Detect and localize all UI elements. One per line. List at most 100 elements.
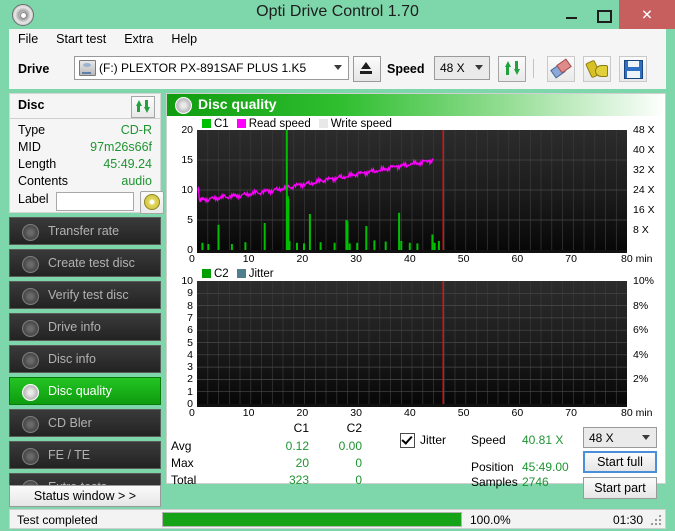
sidebar-item-transfer-rate[interactable]: Transfer rate bbox=[9, 217, 161, 245]
jitter-checkbox[interactable] bbox=[400, 433, 415, 448]
status-message: Test completed bbox=[17, 513, 98, 527]
samples-stat-value: 2746 bbox=[522, 475, 549, 489]
drive-select-value: (F:) PLEXTOR PX-891SAF PLUS 1.K5 bbox=[99, 61, 307, 75]
chevron-down-icon bbox=[334, 65, 342, 70]
x-tick-label: 70 bbox=[565, 253, 577, 265]
speed-select[interactable]: 48 X bbox=[434, 56, 490, 80]
x-tick-label: 10 bbox=[242, 253, 255, 265]
menu-item-start-test[interactable]: Start test bbox=[47, 29, 115, 49]
drive-toolbar: Drive (F:) PLEXTOR PX-891SAF PLUS 1.K5 S… bbox=[9, 51, 666, 89]
disc-label-input[interactable] bbox=[56, 192, 134, 211]
disc-panel-title: Disc bbox=[18, 98, 45, 112]
sidebar-item-fe-te[interactable]: FE / TE bbox=[9, 441, 161, 469]
y2-tick-label: 48 X bbox=[633, 124, 655, 136]
sidebar-item-label: Disc info bbox=[48, 352, 96, 366]
drive-select[interactable]: (F:) PLEXTOR PX-891SAF PLUS 1.K5 bbox=[74, 56, 349, 80]
stats-header-c1: C1 bbox=[293, 421, 309, 435]
minimize-button[interactable] bbox=[555, 0, 587, 29]
speed-stat-label: Speed bbox=[471, 433, 506, 447]
x-tick-label: 80 min bbox=[621, 407, 653, 419]
sidebar-item-label: CD Bler bbox=[48, 416, 92, 430]
menu-bar: File Start test Extra Help bbox=[9, 29, 666, 52]
sidebar-item-create-test-disc[interactable]: Create test disc bbox=[9, 249, 161, 277]
chart1-legend: C1 Read speed Write speed bbox=[202, 118, 400, 130]
menu-item-extra[interactable]: Extra bbox=[115, 29, 162, 49]
sidebar-item-label: Disc quality bbox=[48, 384, 112, 398]
stats-row-avg-label: Avg bbox=[171, 439, 192, 453]
y-tick-label: 8 bbox=[187, 299, 193, 312]
disc-icon bbox=[22, 224, 39, 241]
legend-label-c1: C1 bbox=[214, 118, 229, 130]
chevron-down-icon bbox=[475, 65, 483, 70]
title-bar: Opti Drive Control 1.70 ✕ bbox=[0, 0, 675, 29]
test-speed-select[interactable]: 48 X bbox=[583, 427, 657, 448]
sidebar-item-label: FE / TE bbox=[48, 448, 91, 462]
sidebar-item-disc-info[interactable]: Disc info bbox=[9, 345, 161, 373]
stats-total-c2: 0 bbox=[355, 473, 362, 487]
menu-item-help[interactable]: Help bbox=[162, 29, 206, 49]
menu-item-file[interactable]: File bbox=[9, 29, 47, 49]
disc-type-value: CD-R bbox=[120, 123, 152, 137]
disc-mid-label: MID bbox=[18, 140, 41, 154]
eject-button[interactable] bbox=[353, 56, 381, 82]
disc-quality-panel: Disc quality C1 Read speed Write speed 0 5 1… bbox=[166, 93, 666, 499]
window-controls: ✕ bbox=[555, 0, 675, 29]
disc-icon bbox=[22, 320, 39, 337]
erase-button[interactable] bbox=[547, 56, 575, 82]
maximize-button[interactable] bbox=[587, 0, 619, 29]
stats-row-total-label: Total bbox=[171, 473, 197, 487]
progress-bar bbox=[162, 512, 462, 527]
y-tick-label: 9 bbox=[187, 287, 193, 300]
page-title: Disc quality bbox=[198, 96, 277, 112]
y2-tick-label: 8% bbox=[633, 299, 649, 312]
quality-chart-c1[interactable] bbox=[197, 130, 627, 250]
y2-tick-label: 2% bbox=[633, 373, 649, 386]
speed-label: Speed bbox=[387, 62, 425, 76]
x-axis-band bbox=[197, 250, 627, 253]
y-tick-label: 6 bbox=[187, 324, 193, 337]
x-tick-label: 20 bbox=[296, 407, 309, 419]
x-tick-label: 40 bbox=[404, 407, 416, 419]
y2-tick-label: 6% bbox=[633, 324, 649, 337]
drive-icon bbox=[79, 60, 96, 76]
y-tick-label: 5 bbox=[187, 214, 193, 226]
disc-label-button[interactable] bbox=[140, 191, 164, 214]
close-button[interactable]: ✕ bbox=[619, 0, 675, 29]
sidebar-item-label: Create test disc bbox=[48, 256, 135, 270]
resize-grip[interactable] bbox=[651, 515, 661, 525]
sidebar-item-verify-test-disc[interactable]: Verify test disc bbox=[9, 281, 161, 309]
x-tick-label: 50 bbox=[457, 407, 470, 419]
y-tick-label: 10 bbox=[181, 275, 193, 287]
y2-tick-label: 16 X bbox=[633, 204, 655, 216]
y-tick-label: 15 bbox=[181, 154, 193, 166]
test-speed-value: 48 X bbox=[589, 431, 614, 445]
x-tick-label: 70 bbox=[565, 407, 577, 419]
tools-button[interactable] bbox=[583, 56, 611, 82]
x-tick-label: 50 bbox=[457, 253, 470, 265]
disc-info-panel: Disc Type CD-R MID 97m26s66f Length 45:4… bbox=[9, 93, 164, 214]
sidebar-item-cd-bler[interactable]: CD Bler bbox=[9, 409, 161, 437]
drive-label: Drive bbox=[18, 62, 50, 76]
status-window-button[interactable]: Status window > > bbox=[9, 485, 161, 507]
sidebar-item-drive-info[interactable]: Drive info bbox=[9, 313, 161, 341]
app-window: Opti Drive Control 1.70 ✕ File Start tes… bbox=[0, 0, 675, 531]
status-bar: Test completed 100.0% 01:30 bbox=[9, 509, 666, 529]
y2-tick-label: 32 X bbox=[633, 164, 655, 176]
save-button[interactable] bbox=[619, 56, 647, 82]
y2-tick-label: 24 X bbox=[633, 184, 655, 196]
stats-max-c2: 0 bbox=[355, 456, 362, 470]
sidebar-item-disc-quality[interactable]: Disc quality bbox=[9, 377, 161, 405]
refresh-button[interactable] bbox=[498, 56, 526, 82]
chart2-legend: C2 Jitter bbox=[202, 268, 282, 280]
start-full-button[interactable]: Start full bbox=[583, 451, 657, 473]
disc-contents-label: Contents bbox=[18, 174, 69, 188]
start-part-button[interactable]: Start part bbox=[583, 477, 657, 499]
y-tick-label: 3 bbox=[187, 361, 193, 374]
y-tick-label: 1 bbox=[187, 385, 193, 398]
progress-percent: 100.0% bbox=[470, 513, 511, 527]
quality-chart-c2[interactable] bbox=[197, 281, 627, 404]
disc-refresh-button[interactable] bbox=[131, 96, 155, 118]
x-tick-label: 30 bbox=[350, 253, 362, 265]
speed-stat-value: 40.81 X bbox=[522, 433, 564, 447]
y-tick-label: 2 bbox=[187, 373, 193, 386]
